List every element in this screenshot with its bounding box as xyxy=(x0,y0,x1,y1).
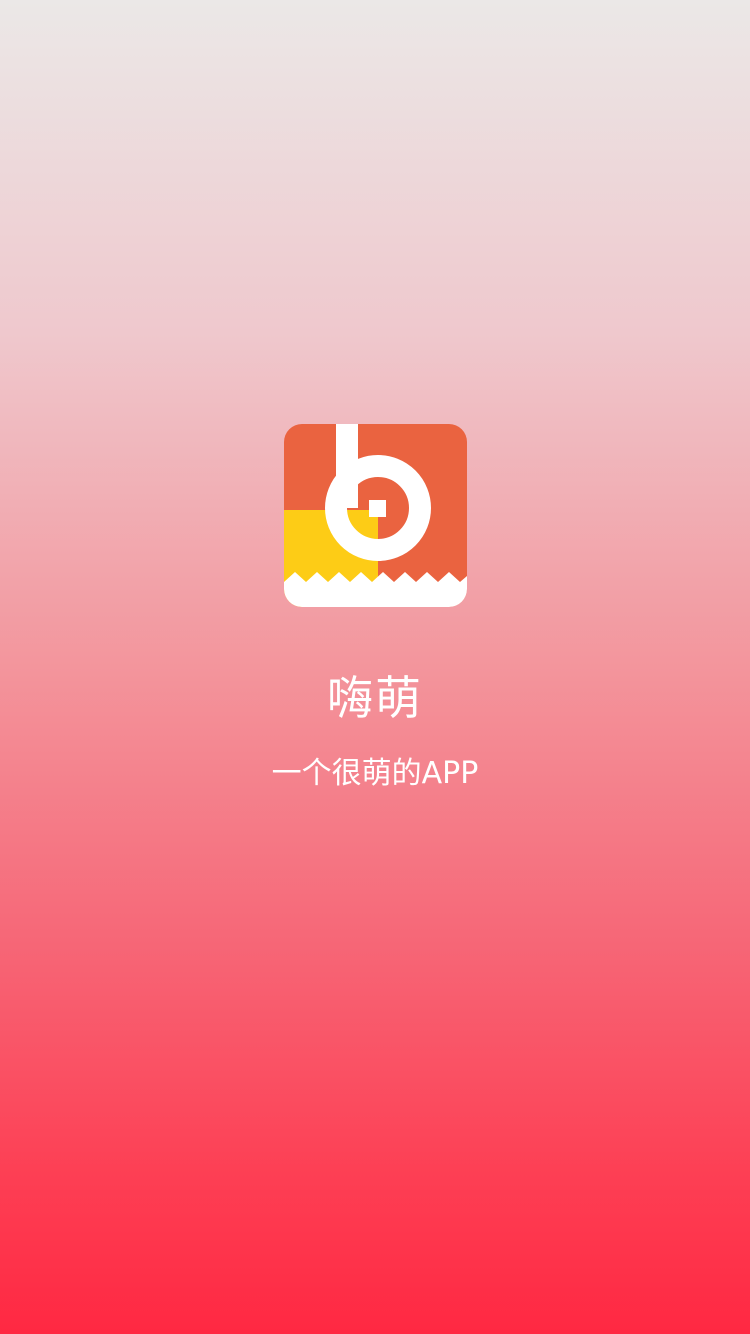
app-tagline: 一个很萌的APP xyxy=(271,756,479,791)
number-six-icon xyxy=(284,424,467,607)
app-name: 嗨萌 xyxy=(327,671,423,725)
splash-screen: 嗨萌 一个很萌的APP xyxy=(0,0,750,1334)
app-logo xyxy=(284,424,467,607)
